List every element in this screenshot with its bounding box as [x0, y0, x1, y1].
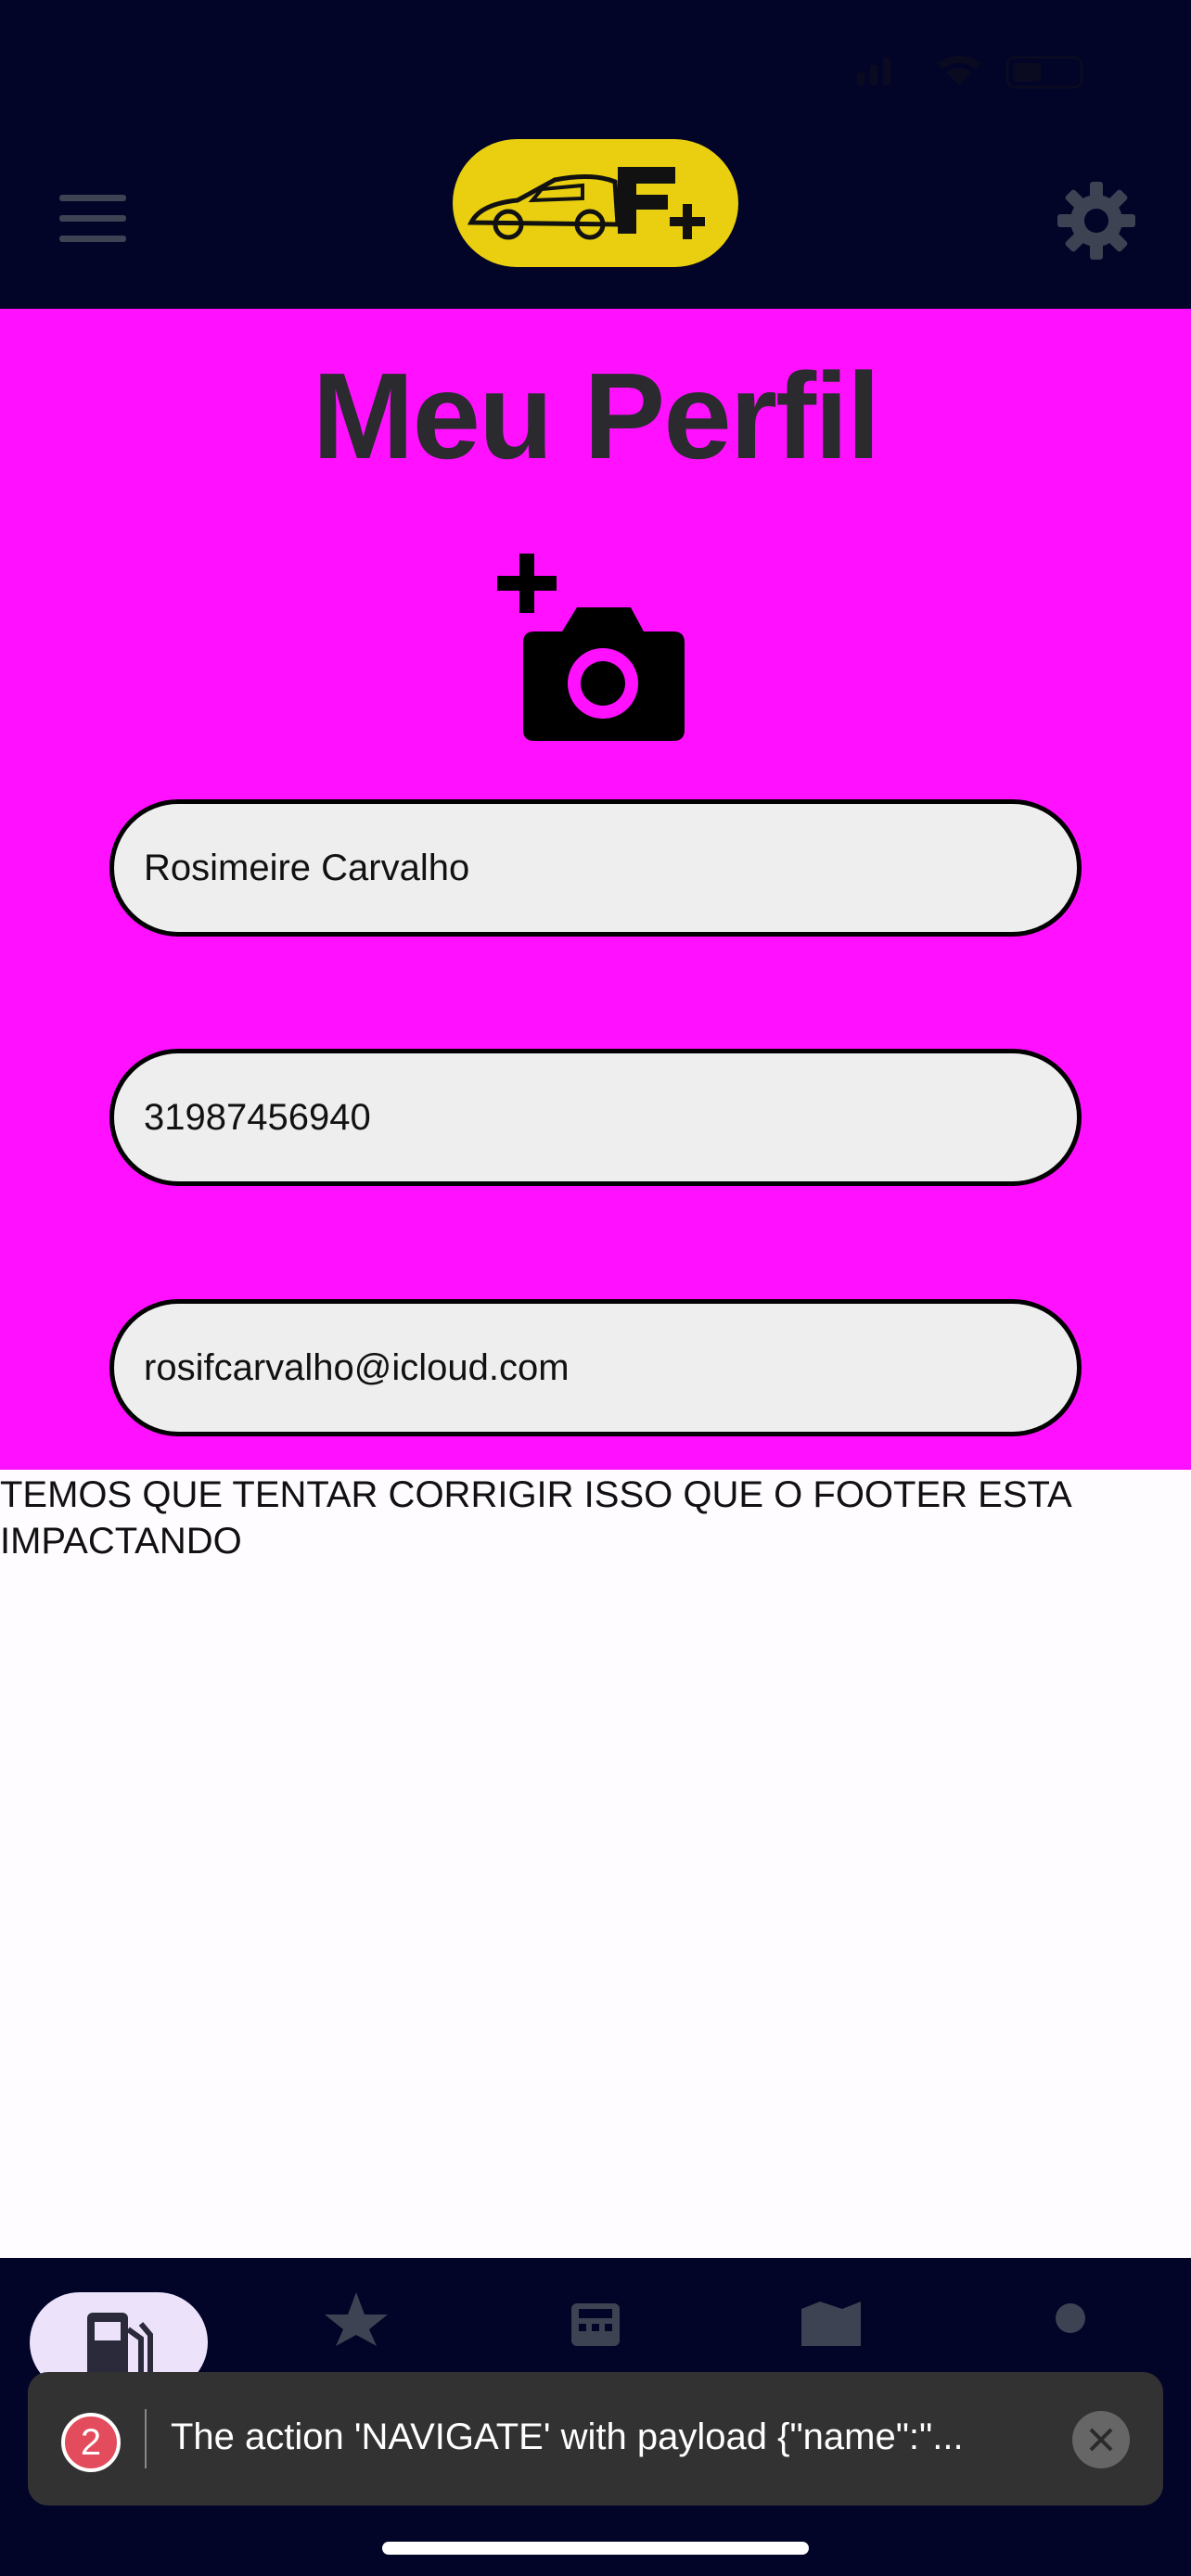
email-field[interactable]	[109, 1299, 1082, 1436]
gear-icon[interactable]	[1057, 182, 1135, 260]
home-indicator	[382, 2542, 809, 2555]
phone-field[interactable]	[109, 1049, 1082, 1186]
close-icon[interactable]	[1072, 2411, 1130, 2468]
profile-icon	[1056, 2303, 1085, 2333]
error-count-badge: 2	[61, 2413, 121, 2472]
tab-calculator[interactable]	[568, 2290, 623, 2351]
menu-icon[interactable]	[59, 195, 126, 243]
map-icon	[801, 2302, 861, 2346]
name-field[interactable]	[109, 799, 1082, 937]
calculator-icon	[571, 2303, 620, 2346]
page-title: Meu Perfil	[312, 348, 881, 484]
debug-note: TEMOS QUE TENTAR CORRIGIR ISSO QUE O FOO…	[0, 1474, 1070, 1562]
tab-map[interactable]	[798, 2290, 864, 2351]
add-photo-icon[interactable]	[495, 554, 690, 741]
app-header: 19:52	[0, 0, 1191, 309]
star-icon	[325, 2292, 388, 2346]
tab-favorites[interactable]	[323, 2290, 390, 2351]
logo	[453, 139, 738, 267]
status-icons	[857, 46, 1098, 97]
status-time: 19:52	[139, 42, 267, 96]
tab-profile[interactable]	[1052, 2290, 1089, 2351]
error-toast[interactable]: 2 The action 'NAVIGATE' with payload {"n…	[28, 2372, 1163, 2506]
toast-divider	[145, 2409, 147, 2468]
toast-message: The action 'NAVIGATE' with payload {"nam…	[171, 2417, 964, 2457]
